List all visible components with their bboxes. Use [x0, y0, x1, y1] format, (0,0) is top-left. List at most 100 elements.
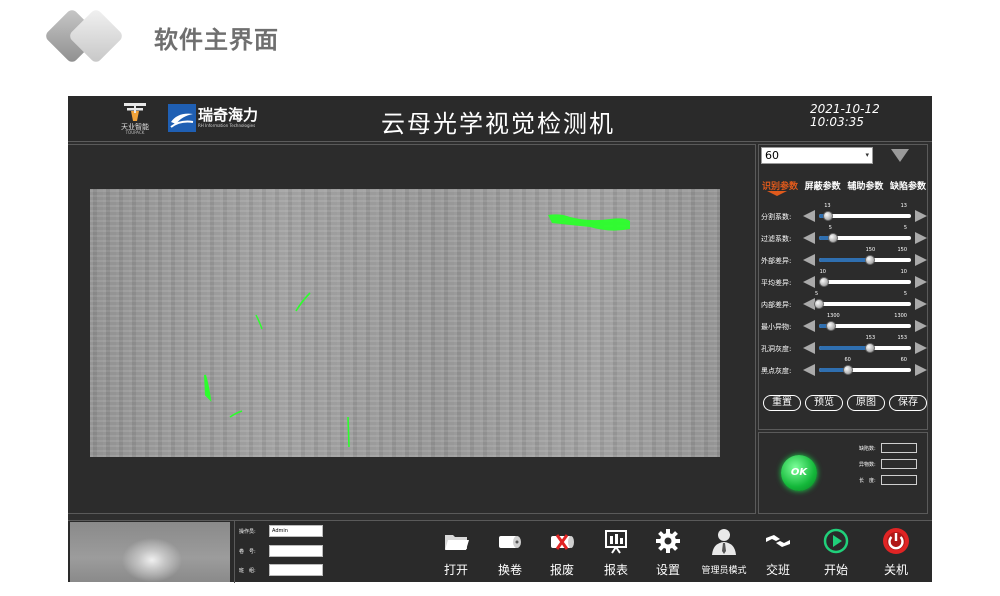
- increase-arrow-icon[interactable]: [915, 342, 927, 354]
- param-slider[interactable]: [818, 277, 911, 287]
- threshold-select-value: 60: [765, 149, 779, 162]
- param-slider-row: 黑点灰度: 60 60: [761, 357, 927, 379]
- save-button[interactable]: 保存: [889, 395, 927, 411]
- scrap-button[interactable]: 报废: [540, 525, 584, 579]
- increase-arrow-icon[interactable]: [915, 276, 927, 288]
- increase-arrow-icon[interactable]: [915, 364, 927, 376]
- param-slider-row: 分割系数: 13 13: [761, 203, 927, 225]
- decrease-arrow-icon[interactable]: [803, 320, 815, 332]
- defect-mark: [255, 314, 263, 330]
- decrease-arrow-icon[interactable]: [803, 210, 815, 222]
- tianye-logo-icon: [124, 103, 146, 121]
- report-button[interactable]: 报表: [594, 525, 638, 579]
- slider-knob[interactable]: [827, 233, 838, 243]
- param-slider[interactable]: [819, 211, 911, 221]
- param-current-value: 1300: [826, 313, 840, 319]
- param-current-value: 60: [844, 357, 851, 363]
- ok-status-indicator: OK: [781, 455, 817, 491]
- slider-knob[interactable]: [864, 255, 875, 265]
- decrease-arrow-icon[interactable]: [803, 364, 815, 376]
- defect-mark: [204, 374, 212, 402]
- handover-button[interactable]: 交班: [756, 525, 800, 579]
- increase-arrow-icon[interactable]: [915, 254, 927, 266]
- reset-button[interactable]: 重置: [763, 395, 801, 411]
- param-slider-row: 过滤系数: 5 5: [761, 225, 927, 247]
- shift-field[interactable]: [269, 564, 323, 576]
- handover-label: 交班: [765, 563, 790, 577]
- param-label: 分割系数:: [761, 213, 792, 221]
- page-title: 软件主界面: [154, 26, 279, 54]
- slider-knob[interactable]: [825, 321, 836, 331]
- param-max-value: 153: [897, 335, 907, 341]
- param-current-value: 5: [828, 225, 832, 231]
- slider-knob[interactable]: [843, 365, 854, 375]
- change-roll-label: 换卷: [497, 563, 522, 577]
- defect-count-stat: 缺陷数:: [859, 443, 927, 455]
- decrease-arrow-icon[interactable]: [803, 254, 815, 266]
- tab-mask-params[interactable]: 屏蔽参数: [804, 179, 842, 195]
- ruiqi-logo-sub: RH Information Technologies: [198, 123, 256, 128]
- shutdown-button[interactable]: 关机: [874, 525, 918, 579]
- param-slider[interactable]: [819, 365, 911, 375]
- param-slider[interactable]: [819, 343, 911, 353]
- operator-field[interactable]: Admin: [269, 525, 323, 537]
- param-slider[interactable]: [819, 255, 911, 265]
- param-label: 过滤系数:: [761, 235, 792, 243]
- roll-icon: [499, 536, 521, 548]
- tab-recognition-params[interactable]: 识别参数: [761, 179, 799, 196]
- original-image-button[interactable]: 原图: [847, 395, 885, 411]
- decrease-arrow-icon[interactable]: [803, 232, 815, 244]
- param-buttons: 重置 预览 原图 保存: [763, 395, 927, 411]
- tab-defect-params[interactable]: 缺陷参数: [889, 179, 927, 195]
- open-label: 打开: [443, 563, 468, 577]
- mica-scan-image[interactable]: [90, 189, 720, 457]
- roll-field[interactable]: [269, 545, 323, 557]
- change-roll-button[interactable]: 换卷: [488, 525, 532, 579]
- folder-icon: [445, 535, 469, 550]
- select-arrow-icon: ▾: [865, 151, 869, 159]
- ruiqi-logo: 瑞奇海力 RH Information Technologies: [168, 104, 288, 134]
- camera-thumbnail[interactable]: [70, 522, 230, 582]
- param-slider[interactable]: [814, 299, 911, 309]
- settings-label: 设置: [655, 563, 680, 577]
- param-current-value: 13: [824, 203, 831, 209]
- tab-aux-params[interactable]: 辅助参数: [846, 179, 884, 195]
- start-button[interactable]: 开始: [814, 525, 858, 579]
- time-text: 10:03:35: [810, 115, 864, 129]
- param-current-value: 150: [865, 247, 876, 253]
- param-slider[interactable]: [819, 321, 911, 331]
- open-button[interactable]: 打开: [434, 525, 478, 579]
- increase-arrow-icon[interactable]: [915, 320, 927, 332]
- param-current-value: 153: [865, 335, 876, 341]
- shift-label: 班 组:: [239, 568, 256, 574]
- param-slider[interactable]: [819, 233, 911, 243]
- roll-row: 卷 号:: [239, 545, 329, 559]
- foreign-count-stat: 异物数:: [859, 459, 927, 471]
- defect-mark: [548, 214, 630, 231]
- param-slider-row: 平均差异: 10 10: [761, 269, 927, 291]
- admin-mode-button[interactable]: 管理员模式: [701, 525, 747, 579]
- length-stat: 长 度:: [859, 475, 927, 487]
- decrease-arrow-icon[interactable]: [803, 342, 815, 354]
- slider-knob[interactable]: [864, 343, 875, 353]
- param-max-value: 5: [903, 225, 907, 231]
- expand-triangle-icon[interactable]: [891, 149, 909, 162]
- image-viewer: [68, 144, 756, 514]
- param-tabs: 识别参数 屏蔽参数 辅助参数 缺陷参数: [761, 179, 927, 196]
- handshake-icon: [766, 535, 790, 547]
- slider-knob[interactable]: [823, 211, 834, 221]
- play-icon: [823, 528, 849, 554]
- threshold-select[interactable]: 60 ▾: [761, 147, 873, 164]
- param-max-value: 5: [903, 291, 907, 297]
- settings-button[interactable]: 设置: [646, 525, 690, 579]
- decrease-arrow-icon[interactable]: [803, 276, 815, 288]
- admin-mode-label: 管理员模式: [701, 566, 747, 576]
- page-heading: 软件主界面: [43, 7, 444, 65]
- increase-arrow-icon[interactable]: [915, 298, 927, 310]
- slider-knob[interactable]: [818, 277, 829, 287]
- slider-knob[interactable]: [814, 299, 824, 309]
- param-current-value: 10: [819, 269, 826, 275]
- increase-arrow-icon[interactable]: [915, 232, 927, 244]
- preview-button[interactable]: 预览: [805, 395, 843, 411]
- increase-arrow-icon[interactable]: [915, 210, 927, 222]
